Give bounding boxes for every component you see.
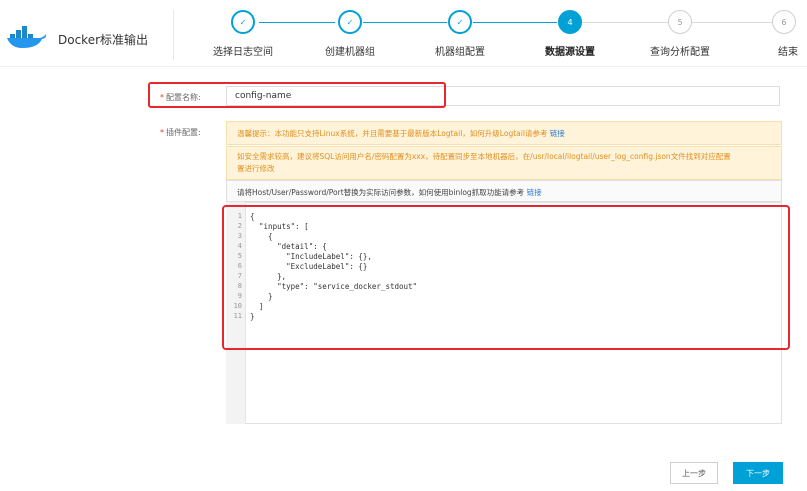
step-2-label: 创建机器组 [325, 47, 375, 58]
step-connector [582, 22, 668, 23]
header-divider [173, 10, 174, 60]
step-4-label: 数据源设置 [545, 47, 595, 58]
step-4-number: 4 [558, 10, 582, 34]
step-connector [259, 22, 335, 23]
plugin-config-label: * 插件配置: [160, 127, 201, 138]
code-editor[interactable] [226, 202, 782, 424]
line-number: 7 [237, 272, 242, 280]
line-number: 11 [233, 312, 242, 320]
app-title: Docker标准输出 [58, 33, 149, 47]
step-1-check-icon: ✓ [231, 10, 255, 34]
step-5-label: 查询分析配置 [650, 47, 710, 58]
required-mark: * [160, 128, 164, 137]
line-number: 9 [237, 292, 242, 300]
line-number: 8 [237, 282, 242, 290]
help-text: 请将Host/User/Password/Port替换为实际访问参数，如何使用b… [237, 188, 525, 197]
code-line: } [250, 292, 273, 301]
config-name-input[interactable]: config-name [226, 86, 780, 106]
code-line: "ExcludeLabel": {} [250, 262, 368, 271]
docker-whale-icon [7, 26, 47, 48]
step-6-number: 6 [772, 10, 796, 34]
code-line: { [250, 212, 255, 221]
code-line: "detail": { [250, 242, 327, 251]
step-connector [363, 22, 447, 23]
header-separator [0, 66, 807, 67]
line-number: 6 [237, 262, 242, 270]
line-number: 5 [237, 252, 242, 260]
notice-1-link[interactable]: 链接 [550, 129, 565, 138]
notice-2-line-2: 置进行修改 [237, 164, 275, 173]
notice-2-line-1: 如安全需求较高，建议将SQL访问用户名/密码配置为xxx，待配置同步至本地机器后… [237, 152, 731, 161]
help-link[interactable]: 链接 [527, 188, 542, 197]
step-3-label: 机器组配置 [435, 47, 485, 58]
prev-step-button[interactable]: 上一步 [670, 462, 718, 484]
config-name-label: * 配置名称: [160, 92, 201, 103]
code-line: "type": "service_docker_stdout" [250, 282, 418, 291]
code-line: ] [250, 302, 264, 311]
step-3-check-icon: ✓ [448, 10, 472, 34]
step-1-label: 选择日志空间 [213, 47, 273, 58]
step-connector [692, 22, 772, 23]
code-line: } [250, 312, 255, 321]
line-number: 3 [237, 232, 242, 240]
step-2-check-icon: ✓ [338, 10, 362, 34]
step-6-label: 结束 [778, 47, 798, 58]
line-number: 1 [237, 212, 242, 220]
code-line: { [250, 232, 273, 241]
step-5-number: 5 [668, 10, 692, 34]
code-line: }, [250, 272, 287, 281]
config-name-label-text: 配置名称: [166, 93, 201, 102]
step-connector [473, 22, 557, 23]
plugin-config-label-text: 插件配置: [166, 128, 201, 137]
logtail-notice: 温馨提示：本功能只支持Linux系统，并且需要基于最新版本Logtail，如何升… [226, 121, 782, 145]
required-mark: * [160, 93, 164, 102]
next-step-button[interactable]: 下一步 [733, 462, 783, 484]
code-line: "inputs": [ [250, 222, 309, 231]
notice-1-text: 温馨提示：本功能只支持Linux系统，并且需要基于最新版本Logtail，如何升… [237, 129, 548, 138]
line-number: 2 [237, 222, 242, 230]
code-line: "IncludeLabel": {}, [250, 252, 372, 261]
line-number: 10 [233, 302, 242, 310]
security-notice: 如安全需求较高，建议将SQL访问用户名/密码配置为xxx，待配置同步至本地机器后… [226, 146, 782, 180]
line-number: 4 [237, 242, 242, 250]
help-bar: 请将Host/User/Password/Port替换为实际访问参数，如何使用b… [226, 180, 782, 202]
